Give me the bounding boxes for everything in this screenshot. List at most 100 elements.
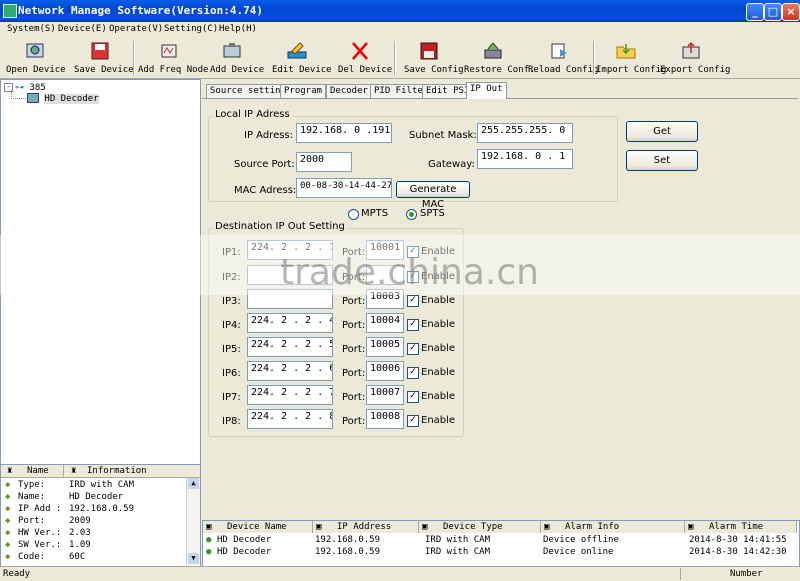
scroll-down-icon[interactable]: ▼	[188, 553, 199, 564]
spts-radio[interactable]	[406, 209, 417, 220]
menu-setting[interactable]: Setting(C)	[164, 24, 218, 34]
export-config-button[interactable]: Export Config	[660, 38, 730, 78]
import-config-button[interactable]: Import Config	[596, 38, 666, 78]
source-port-input[interactable]: 2000	[296, 152, 352, 172]
mpts-radio[interactable]	[348, 209, 359, 220]
app-icon	[3, 4, 17, 18]
import-folder-icon	[616, 44, 636, 59]
props-scrollbar[interactable]: ▲ ▼	[186, 478, 200, 565]
subnet-mask-input[interactable]: 255.255.255. 0	[477, 123, 573, 143]
alarm-cell: HD Decoder	[217, 535, 272, 545]
status-bar: Ready Number	[0, 566, 800, 581]
restore-conf-button[interactable]: Restore Conf.	[462, 38, 534, 78]
alarm-row[interactable]: ● HD Decoder 192.168.0.59 IRD with CAM Devic…	[203, 546, 797, 558]
port6-input[interactable]: 10006	[366, 361, 404, 381]
device-properties-panel: ♜ Name ♜ Information ◆ Type: IRD with CAM ◆…	[0, 464, 201, 567]
property-key: HW Ver.:	[18, 528, 62, 538]
local-ip-group-title: Local IP Adress	[213, 109, 292, 120]
watermark-text: trade.china.cn	[280, 252, 539, 293]
enable5-label: Enable	[421, 343, 456, 354]
property-key: Port:	[18, 516, 46, 526]
status-number: Number	[730, 569, 763, 579]
minimize-icon[interactable]: _	[746, 3, 764, 21]
column-icon: ▣	[206, 522, 212, 532]
ip5-input[interactable]: 224. 2 . 2 . 5	[247, 337, 333, 357]
decoder-icon	[27, 93, 39, 103]
port7-label: Port:	[342, 392, 366, 403]
menu-operate[interactable]: Operate(V)	[109, 24, 163, 34]
del-device-button[interactable]: Del Device	[334, 38, 392, 78]
tree-item-hd-decoder[interactable]: HD Decoder	[27, 93, 99, 104]
close-icon[interactable]: ×	[782, 3, 800, 21]
ip4-input[interactable]: 224. 2 . 2 . 4	[247, 313, 333, 333]
enable7-checkbox[interactable]: ✓	[407, 391, 419, 403]
toolbar-separator	[593, 41, 595, 75]
ip-address-input[interactable]: 192.168. 0 .191	[296, 123, 392, 143]
spts-label: SPTS	[420, 208, 445, 219]
port4-input[interactable]: 10004	[366, 313, 404, 333]
property-value: 192.168.0.59	[69, 504, 135, 514]
add-device-button[interactable]: Add Device	[206, 38, 264, 78]
delete-x-icon	[352, 42, 368, 60]
save-device-button[interactable]: Save Device	[72, 38, 134, 78]
alarm-col-device-name[interactable]: ▣ Device Name	[203, 521, 313, 533]
mac-address-label: MAC Adress:	[234, 185, 297, 196]
alarm-row[interactable]: ● HD Decoder 192.168.0.59 IRD with CAM Devic…	[203, 534, 797, 546]
ip7-input[interactable]: 224. 2 . 2 . 7	[247, 385, 333, 405]
add-freq-node-button[interactable]: Add Freq Node	[138, 38, 208, 78]
property-icon: ◆	[5, 504, 11, 514]
enable3-checkbox[interactable]: ✓	[407, 295, 419, 307]
reload-config-button[interactable]: Reload Config	[528, 38, 598, 78]
tab-ip-out[interactable]: IP Out	[466, 82, 507, 99]
menu-bar: System(S) Device(E) Operate(V) Setting(C…	[0, 22, 800, 38]
edit-device-icon	[287, 42, 307, 59]
menu-system[interactable]: System(S)	[7, 24, 56, 34]
enable6-checkbox[interactable]: ✓	[407, 367, 419, 379]
alarm-list: ▣ Device Name ▣ IP Address ▣ Device Type ▣ A…	[202, 520, 800, 567]
generate-mac-button[interactable]: Generate MAC	[396, 181, 470, 210]
menu-device[interactable]: Device(E)	[58, 24, 107, 34]
alarm-col-device-type[interactable]: ▣ Device Type	[419, 521, 541, 533]
tab-decoder[interactable]: Decoder	[326, 84, 372, 98]
save-config-button[interactable]: Save Config	[402, 38, 464, 78]
ip6-input[interactable]: 224. 2 . 2 . 6	[247, 361, 333, 381]
title-bar: Network Manage Software(Version:4.74) _ …	[0, 0, 800, 22]
enable8-checkbox[interactable]: ✓	[407, 415, 419, 427]
enable4-checkbox[interactable]: ✓	[407, 319, 419, 331]
port7-input[interactable]: 10007	[366, 385, 404, 405]
alarm-col-ip-address[interactable]: ▣ IP Address	[313, 521, 419, 533]
port5-input[interactable]: 10005	[366, 337, 404, 357]
tree-root-label: 385	[29, 83, 46, 93]
tab-program[interactable]: Program	[280, 84, 326, 98]
ip8-input[interactable]: 224. 2 . 2 . 8	[247, 409, 333, 429]
props-row: ◆ IP Add : 192.168.0.59	[1, 503, 186, 515]
open-device-button[interactable]: Open Device	[4, 38, 66, 78]
gateway-input[interactable]: 192.168. 0 . 1	[477, 149, 573, 169]
alarm-col-alarm-info[interactable]: ▣ Alarm Info	[541, 521, 685, 533]
get-button[interactable]: Get	[626, 121, 698, 142]
props-row: ◆ Port: 2009	[1, 515, 186, 527]
scroll-up-icon[interactable]: ▲	[188, 478, 199, 489]
enable5-checkbox[interactable]: ✓	[407, 343, 419, 355]
alarm-cell: 192.168.0.59	[315, 547, 381, 557]
destination-ip-group-title: Destination IP Out Setting	[213, 221, 347, 232]
ip8-label: IP8:	[222, 416, 241, 427]
set-button[interactable]: Set	[626, 150, 698, 171]
property-key: IP Add :	[18, 504, 62, 514]
mac-address-input[interactable]: 00-08-30-14-44-27	[296, 178, 392, 198]
ip4-label: IP4:	[222, 320, 241, 331]
enable6-label: Enable	[421, 367, 456, 378]
alarm-col-alarm-time[interactable]: ▣ Alarm Time	[685, 521, 797, 533]
toolbar: Open Device Save Device Add Freq Node Ad…	[0, 38, 800, 79]
edit-device-button[interactable]: Edit Device	[268, 38, 332, 78]
maximize-icon[interactable]: □	[764, 3, 782, 21]
property-icon: ◆	[5, 480, 11, 490]
ip5-label: IP5:	[222, 344, 241, 355]
props-row: ◆ HW Ver.: 2.03	[1, 527, 186, 539]
subnet-mask-label: Subnet Mask:	[409, 130, 477, 141]
alarm-cell: IRD with CAM	[425, 535, 491, 545]
tab-source-setting[interactable]: Source setting	[206, 84, 290, 98]
alarm-cell: Device offline	[543, 535, 619, 545]
menu-help[interactable]: Help(H)	[219, 24, 257, 34]
port8-input[interactable]: 10008	[366, 409, 404, 429]
